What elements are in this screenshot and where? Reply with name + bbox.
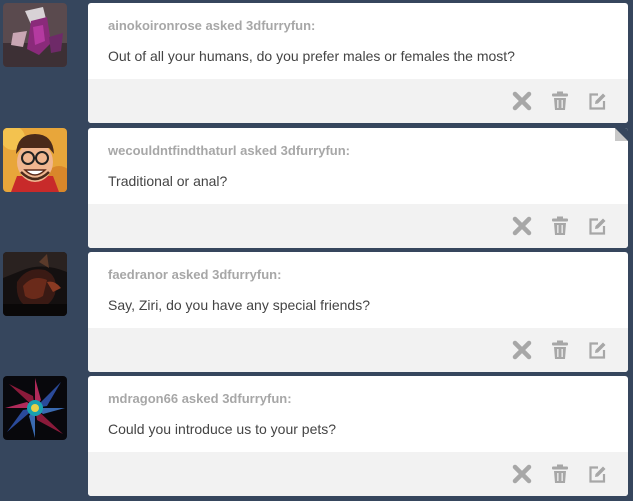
ignore-button[interactable]	[512, 340, 532, 360]
edit-icon	[589, 218, 606, 235]
ignore-button[interactable]	[512, 464, 532, 484]
asker-name[interactable]: ainokoironrose	[108, 18, 202, 33]
ask-post: wecouldntfindthaturl asked 3dfurryfun: T…	[0, 128, 633, 248]
x-icon	[512, 91, 532, 111]
asked-label: asked	[240, 143, 278, 158]
ask-card: faedranor asked 3dfurryfun: Say, Ziri, d…	[88, 252, 628, 372]
question-text: Could you introduce us to your pets?	[108, 421, 337, 437]
ask-post: faedranor asked 3dfurryfun: Say, Ziri, d…	[0, 252, 633, 372]
x-icon	[512, 340, 532, 360]
page-fold-corner	[615, 128, 628, 141]
delete-button[interactable]	[550, 216, 570, 236]
asked-label: asked	[181, 391, 219, 406]
ask-footer	[88, 452, 628, 496]
asker-line: wecouldntfindthaturl asked 3dfurryfun:	[108, 143, 350, 158]
edit-button[interactable]	[587, 91, 607, 111]
ask-post: ainokoironrose asked 3dfurryfun: Out of …	[0, 3, 633, 123]
trash-icon	[552, 91, 568, 110]
question-text: Say, Ziri, do you have any special frien…	[108, 297, 370, 313]
trash-icon	[552, 464, 568, 483]
asker-line: faedranor asked 3dfurryfun:	[108, 267, 281, 282]
ask-footer	[88, 204, 628, 248]
avatar[interactable]	[3, 128, 67, 192]
edit-icon	[589, 93, 606, 110]
ask-post: mdragon66 asked 3dfurryfun: Could you in…	[0, 376, 633, 496]
ask-card: wecouldntfindthaturl asked 3dfurryfun: T…	[88, 128, 628, 248]
recipient-name: 3dfurryfun:	[222, 391, 292, 406]
asked-label: asked	[171, 267, 209, 282]
ignore-button[interactable]	[512, 91, 532, 111]
x-icon	[512, 464, 532, 484]
delete-button[interactable]	[550, 340, 570, 360]
recipient-name: 3dfurryfun:	[212, 267, 282, 282]
asker-name[interactable]: faedranor	[108, 267, 168, 282]
ignore-button[interactable]	[512, 216, 532, 236]
ask-footer	[88, 328, 628, 372]
avatar[interactable]	[3, 3, 67, 67]
ask-card: mdragon66 asked 3dfurryfun: Could you in…	[88, 376, 628, 496]
asker-name[interactable]: wecouldntfindthaturl	[108, 143, 237, 158]
asked-label: asked	[205, 18, 243, 33]
avatar[interactable]	[3, 376, 67, 440]
ask-card: ainokoironrose asked 3dfurryfun: Out of …	[88, 3, 628, 123]
question-text: Traditional or anal?	[108, 173, 228, 189]
delete-button[interactable]	[550, 464, 570, 484]
asker-name[interactable]: mdragon66	[108, 391, 178, 406]
avatar[interactable]	[3, 252, 67, 316]
edit-icon	[589, 466, 606, 483]
question-text: Out of all your humans, do you prefer ma…	[108, 48, 515, 64]
trash-icon	[552, 340, 568, 359]
recipient-name: 3dfurryfun:	[280, 143, 351, 158]
delete-button[interactable]	[550, 91, 570, 111]
trash-icon	[552, 216, 568, 235]
ask-footer	[88, 79, 628, 123]
edit-button[interactable]	[587, 340, 607, 360]
asker-line: mdragon66 asked 3dfurryfun:	[108, 391, 292, 406]
edit-button[interactable]	[587, 464, 607, 484]
x-icon	[512, 216, 532, 236]
recipient-name: 3dfurryfun:	[246, 18, 316, 33]
edit-icon	[589, 342, 606, 359]
edit-button[interactable]	[587, 216, 607, 236]
asker-line: ainokoironrose asked 3dfurryfun:	[108, 18, 315, 33]
